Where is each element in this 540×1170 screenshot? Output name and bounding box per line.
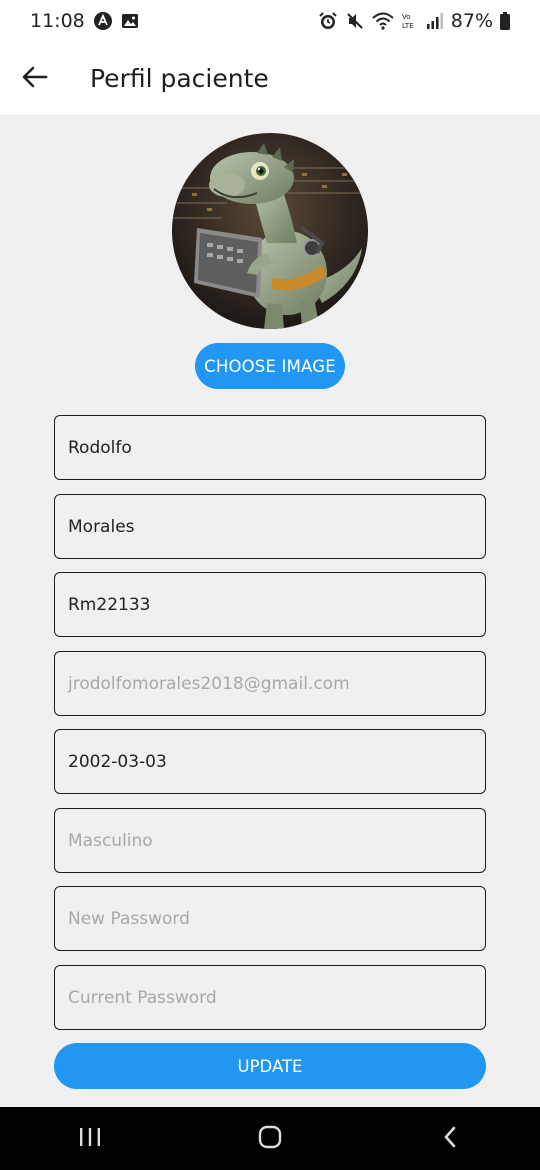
app-bar: Perfil paciente bbox=[0, 42, 540, 116]
nav-back-button[interactable] bbox=[410, 1107, 490, 1170]
back-icon bbox=[442, 1126, 458, 1152]
recents-button[interactable] bbox=[50, 1107, 130, 1170]
current-password-field[interactable]: Current Password bbox=[54, 965, 486, 1030]
update-button[interactable]: UPDATE bbox=[54, 1043, 486, 1089]
birth-date-value: 2002-03-03 bbox=[68, 751, 167, 772]
dinosaur-avatar-image bbox=[172, 133, 368, 329]
mute-icon bbox=[345, 11, 365, 31]
gender-field[interactable]: Masculino bbox=[54, 808, 486, 873]
home-icon bbox=[258, 1125, 282, 1153]
current-password-placeholder: Current Password bbox=[68, 987, 217, 1008]
status-left: 11:08 bbox=[30, 10, 139, 32]
last-name-field[interactable]: Morales bbox=[54, 494, 486, 559]
battery-percent: 87% bbox=[450, 10, 493, 32]
profile-avatar bbox=[172, 133, 368, 329]
svg-text:LTE: LTE bbox=[402, 22, 414, 30]
status-right: Vo LTE 87% bbox=[318, 10, 510, 32]
status-time: 11:08 bbox=[30, 10, 85, 32]
status-bar: 11:08 Vo LTE 87% bbox=[0, 0, 540, 42]
back-button[interactable] bbox=[0, 42, 70, 116]
first-name-value: Rodolfo bbox=[68, 437, 132, 458]
svg-text:Vo: Vo bbox=[402, 13, 411, 21]
new-password-field[interactable]: New Password bbox=[54, 886, 486, 951]
recents-icon bbox=[78, 1126, 102, 1152]
email-field[interactable]: jrodolfomorales2018@gmail.com bbox=[54, 651, 486, 716]
system-nav-bar bbox=[0, 1107, 540, 1170]
wifi-icon bbox=[372, 12, 394, 30]
gender-placeholder: Masculino bbox=[68, 830, 153, 851]
last-name-value: Morales bbox=[68, 516, 135, 537]
image-icon bbox=[121, 12, 139, 30]
first-name-field[interactable]: Rodolfo bbox=[54, 415, 486, 480]
email-placeholder: jrodolfomorales2018@gmail.com bbox=[68, 673, 350, 694]
volte-icon: Vo LTE bbox=[401, 11, 419, 31]
username-field[interactable]: Rm22133 bbox=[54, 572, 486, 637]
arrow-left-icon bbox=[22, 66, 48, 92]
android-auto-icon bbox=[93, 11, 113, 31]
birth-date-field[interactable]: 2002-03-03 bbox=[54, 729, 486, 794]
alarm-icon bbox=[318, 11, 338, 31]
battery-icon bbox=[500, 12, 510, 30]
page-title: Perfil paciente bbox=[90, 64, 269, 93]
choose-image-button[interactable]: CHOOSE IMAGE bbox=[195, 343, 345, 389]
new-password-placeholder: New Password bbox=[68, 908, 190, 929]
username-value: Rm22133 bbox=[68, 594, 151, 615]
signal-icon bbox=[426, 12, 444, 30]
home-button[interactable] bbox=[230, 1107, 310, 1170]
